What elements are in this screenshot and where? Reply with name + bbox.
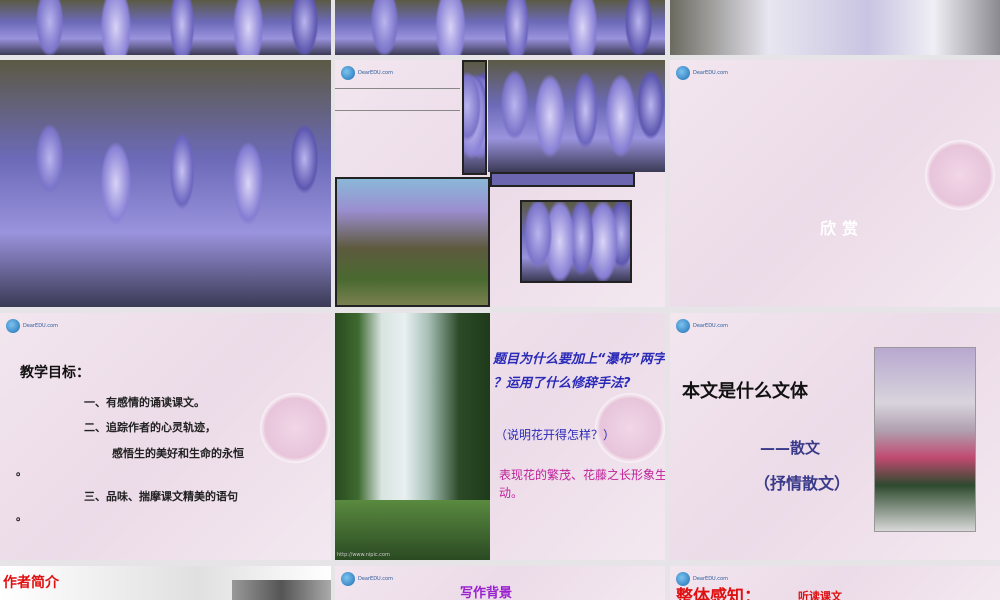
slide-thumbnail-2[interactable] <box>335 0 665 55</box>
slide-title: 写作背景 <box>460 586 513 600</box>
slide-thumbnail-6[interactable]: DearEDU.com 欣赏 <box>670 60 1000 307</box>
slide-title: 本文是什么文体 <box>682 381 808 402</box>
answer-text: （抒情散文） <box>754 474 851 493</box>
slide-thumbnail-1[interactable] <box>0 0 331 55</box>
objective-item: 。 <box>16 510 27 523</box>
slide-title: 教学目标： <box>20 365 90 381</box>
wisteria-photo <box>488 60 665 172</box>
slide-thumbnail-4[interactable] <box>0 60 331 307</box>
slide-title: 整体感知： <box>676 587 761 600</box>
slide-title: 欣赏 <box>820 219 865 238</box>
garden-photo <box>335 177 490 307</box>
answer-text: 表现花的繁茂、花藤之长形象生动。 <box>499 468 665 500</box>
objective-item: 二、追踪作者的心灵轨迹， <box>84 421 216 434</box>
objective-item: 感悟生的美好和生命的永恒 <box>112 447 244 460</box>
slide-thumbnail-12[interactable]: DearEDU.com 整体感知： 听读课文 <box>670 566 1000 600</box>
logo: DearEDU.com <box>341 66 393 80</box>
slide-subtitle: 听读课文 <box>798 590 842 600</box>
slide-thumbnail-10[interactable]: 作者简介 <box>0 566 331 600</box>
slide-title: 作者简介 <box>3 575 59 591</box>
slide-thumbnail-8[interactable]: http://www.nipic.com 题目为什么要加上“瀑布”两字 ？运用了… <box>335 313 665 560</box>
slide-thumbnail-3[interactable] <box>670 0 1000 55</box>
objective-item: 三、品味、揣摩课文精美的语句 <box>84 490 238 503</box>
answer-text: ——散文 <box>760 439 821 457</box>
logo: DearEDU.com <box>6 319 58 333</box>
painting-image <box>874 347 976 532</box>
watermark: http://www.nipic.com <box>337 552 390 558</box>
author-photo <box>232 580 331 600</box>
wisteria-photo <box>520 200 632 283</box>
objective-item: 。 <box>16 465 27 478</box>
logo: DearEDU.com <box>341 572 393 586</box>
slide-thumbnail-9[interactable]: DearEDU.com 本文是什么文体 ——散文 （抒情散文） <box>670 313 1000 560</box>
slide-thumbnail-5[interactable]: DearEDU.com <box>335 60 665 307</box>
wisteria-photo <box>462 60 487 175</box>
logo: DearEDU.com <box>676 319 728 333</box>
slide-thumbnail-7[interactable]: DearEDU.com 教学目标： 一、有感情的诵读课文。 二、追踪作者的心灵轨… <box>0 313 331 560</box>
slide-thumbnail-11[interactable]: DearEDU.com 写作背景 <box>335 566 665 600</box>
waterfall-photo: http://www.nipic.com <box>335 313 490 560</box>
question-text: 题目为什么要加上“瀑布”两字 ？运用了什么修辞手法? <box>493 352 665 391</box>
sub-question: （说明花开得怎样？） <box>495 428 616 442</box>
logo: DearEDU.com <box>676 66 728 80</box>
objective-item: 一、有感情的诵读课文。 <box>84 396 205 409</box>
